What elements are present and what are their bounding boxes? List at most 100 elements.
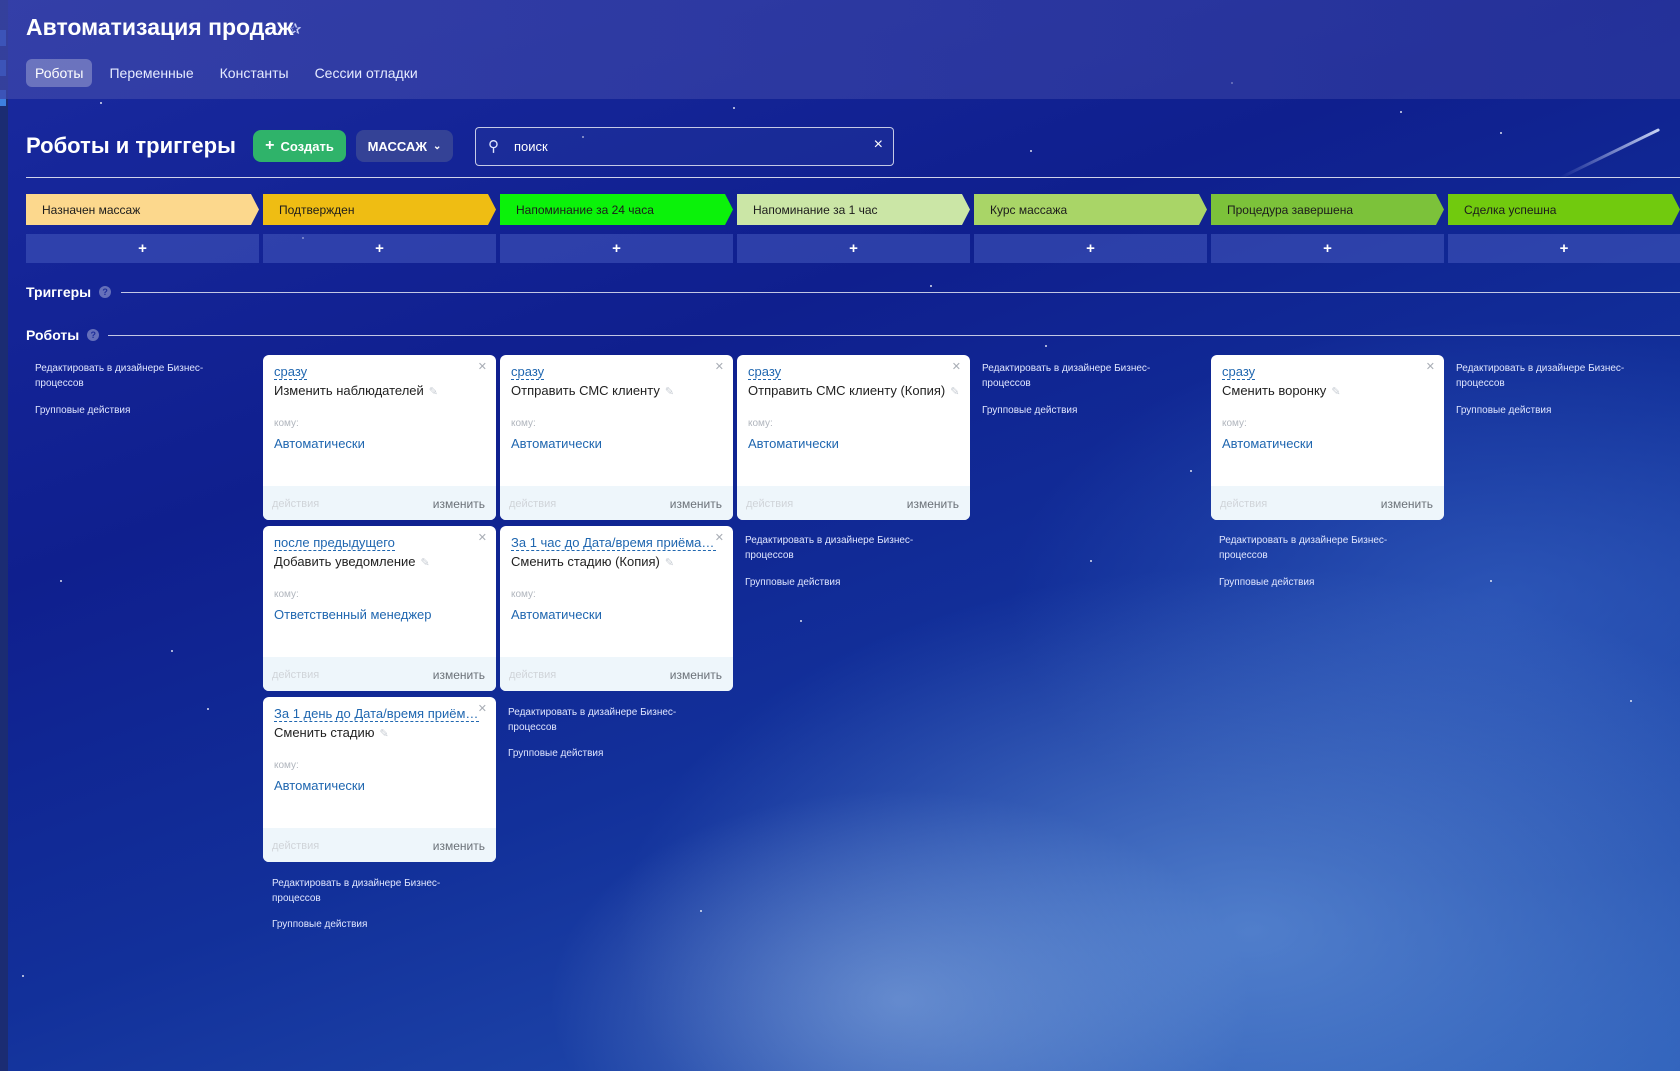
robot-name: Отправить СМС клиенту (Копия) ✎ [748, 383, 960, 398]
page-title: Автоматизация продаж [26, 14, 294, 40]
close-icon[interactable]: ✕ [715, 531, 724, 544]
group-actions-link[interactable]: Групповые действия [982, 403, 1077, 418]
group-actions-link[interactable]: Групповые действия [745, 575, 840, 590]
group-actions-link[interactable]: Групповые действия [272, 917, 367, 932]
change-button[interactable]: изменить [1381, 497, 1433, 511]
robot-card[interactable]: сразу ✕ Изменить наблюдателей ✎ кому: Авт… [263, 355, 496, 520]
robot-name: Сменить воронку ✎ [1222, 383, 1341, 398]
pencil-icon[interactable]: ✎ [429, 386, 438, 398]
search-input[interactable]: поиск [514, 139, 548, 154]
tab-constants[interactable]: Константы [211, 59, 298, 87]
close-icon[interactable]: ✕ [478, 702, 487, 715]
recipient-label: кому: [511, 589, 536, 600]
robot-card[interactable]: сразу ✕ Сменить воронку ✎ кому: Автоматич… [1211, 355, 1444, 520]
recipient-value[interactable]: Автоматически [274, 436, 365, 451]
pencil-icon[interactable]: ✎ [421, 557, 430, 569]
funnel-select[interactable]: МАССАЖ ⌄ [356, 130, 453, 162]
edit-in-designer-link[interactable]: Редактировать в дизайнере Бизнес-процесс… [35, 361, 203, 391]
edit-in-designer-link[interactable]: Редактировать в дизайнере Бизнес-процесс… [982, 361, 1150, 391]
recipient-label: кому: [1222, 418, 1247, 429]
recipient-value[interactable]: Автоматически [511, 436, 602, 451]
close-icon[interactable]: ✕ [1426, 360, 1435, 373]
recipient-value[interactable]: Автоматически [274, 778, 365, 793]
help-icon[interactable]: ? [87, 329, 100, 341]
robot-condition[interactable]: За 1 день до Дата/время приёма... [274, 706, 479, 722]
change-button[interactable]: изменить [433, 668, 485, 682]
add-trigger-button[interactable]: + [1448, 234, 1680, 263]
robot-card[interactable]: сразу ✕ Отправить СМС клиенту ✎ кому: Авт… [500, 355, 733, 520]
group-actions-link[interactable]: Групповые действия [35, 403, 130, 418]
edit-in-designer-link[interactable]: Редактировать в дизайнере Бизнес-процесс… [1456, 361, 1624, 391]
robot-condition[interactable]: после предыдущего [274, 535, 395, 551]
change-button[interactable]: изменить [907, 497, 959, 511]
tab-variables[interactable]: Переменные [100, 59, 202, 87]
add-trigger-button[interactable]: + [26, 234, 259, 263]
robot-card[interactable]: после предыдущего ✕ Добавить уведомление… [263, 526, 496, 691]
robot-condition[interactable]: сразу [1222, 364, 1256, 380]
robot-card[interactable]: сразу ✕ Отправить СМС клиенту (Копия) ✎ к… [737, 355, 970, 520]
group-actions-link[interactable]: Групповые действия [508, 746, 603, 761]
change-button[interactable]: изменить [670, 668, 722, 682]
stage-1[interactable]: Подтвержден [263, 194, 496, 225]
group-actions-link[interactable]: Групповые действия [1456, 403, 1551, 418]
stage-label: Сделка успешна [1464, 202, 1557, 217]
robot-condition[interactable]: сразу [511, 364, 545, 380]
actions-label: действия [509, 669, 557, 681]
clear-search-icon[interactable]: × [874, 136, 883, 154]
change-button[interactable]: изменить [670, 497, 722, 511]
actions-label: действия [272, 840, 320, 852]
help-icon[interactable]: ? [99, 286, 112, 298]
robot-card[interactable]: За 1 час до Дата/время приёма, ... ✕ Сме… [500, 526, 733, 691]
actions-label: действия [1220, 498, 1268, 510]
robot-name: Отправить СМС клиенту ✎ [511, 383, 675, 398]
card-footer: действия изменить [737, 486, 970, 520]
edit-in-designer-link[interactable]: Редактировать в дизайнере Бизнес-процесс… [1219, 533, 1387, 563]
close-icon[interactable]: ✕ [715, 360, 724, 373]
edit-in-designer-link[interactable]: Редактировать в дизайнере Бизнес-процесс… [272, 876, 440, 906]
triggers-section-title: Триггеры ? [26, 284, 112, 300]
add-trigger-button[interactable]: + [1211, 234, 1444, 263]
add-trigger-button[interactable]: + [737, 234, 970, 263]
stage-4[interactable]: Курс массажа [974, 194, 1207, 225]
group-actions-link[interactable]: Групповые действия [1219, 575, 1314, 590]
close-icon[interactable]: ✕ [952, 360, 961, 373]
add-trigger-button[interactable]: + [263, 234, 496, 263]
pencil-icon[interactable]: ✎ [950, 386, 959, 398]
close-icon[interactable]: ✕ [478, 360, 487, 373]
recipient-value[interactable]: Автоматически [1222, 436, 1313, 451]
search-field[interactable]: ⚲ поиск × [475, 127, 894, 166]
create-button[interactable]: + Создать [253, 130, 346, 162]
recipient-value[interactable]: Ответственный менеджер [274, 607, 432, 622]
robot-condition[interactable]: сразу [748, 364, 782, 380]
pencil-icon[interactable]: ✎ [379, 728, 388, 740]
pencil-icon[interactable]: ✎ [1331, 386, 1340, 398]
tab-debug-sessions[interactable]: Сессии отладки [306, 59, 427, 87]
robot-condition[interactable]: За 1 час до Дата/время приёма, ... [511, 535, 716, 551]
stage-2[interactable]: Напоминание за 24 часа [500, 194, 733, 225]
pencil-icon[interactable]: ✎ [665, 557, 674, 569]
recipient-label: кому: [274, 418, 299, 429]
edit-in-designer-link[interactable]: Редактировать в дизайнере Бизнес-процесс… [508, 705, 676, 735]
stage-5[interactable]: Процедура завершена [1211, 194, 1444, 225]
add-trigger-button[interactable]: + [974, 234, 1207, 263]
recipient-value[interactable]: Автоматически [748, 436, 839, 451]
robot-card[interactable]: За 1 день до Дата/время приёма... ✕ Смен… [263, 697, 496, 862]
stage-0[interactable]: Назначен массаж [26, 194, 259, 225]
recipient-label: кому: [511, 418, 536, 429]
actions-label: действия [272, 498, 320, 510]
change-button[interactable]: изменить [433, 839, 485, 853]
robots-divider [108, 335, 1680, 336]
section-heading: Роботы и триггеры [26, 133, 236, 158]
change-button[interactable]: изменить [433, 497, 485, 511]
pin-icon[interactable]: ✰ [289, 20, 302, 38]
robot-condition[interactable]: сразу [274, 364, 308, 380]
close-icon[interactable]: ✕ [478, 531, 487, 544]
stage-3[interactable]: Напоминание за 1 час [737, 194, 970, 225]
stage-6[interactable]: Сделка успешна [1448, 194, 1680, 225]
pencil-icon[interactable]: ✎ [665, 386, 674, 398]
recipient-value[interactable]: Автоматически [511, 607, 602, 622]
tab-robots[interactable]: Роботы [26, 59, 93, 87]
edit-in-designer-link[interactable]: Редактировать в дизайнере Бизнес-процесс… [745, 533, 913, 563]
card-footer: действия изменить [263, 486, 496, 520]
add-trigger-button[interactable]: + [500, 234, 733, 263]
